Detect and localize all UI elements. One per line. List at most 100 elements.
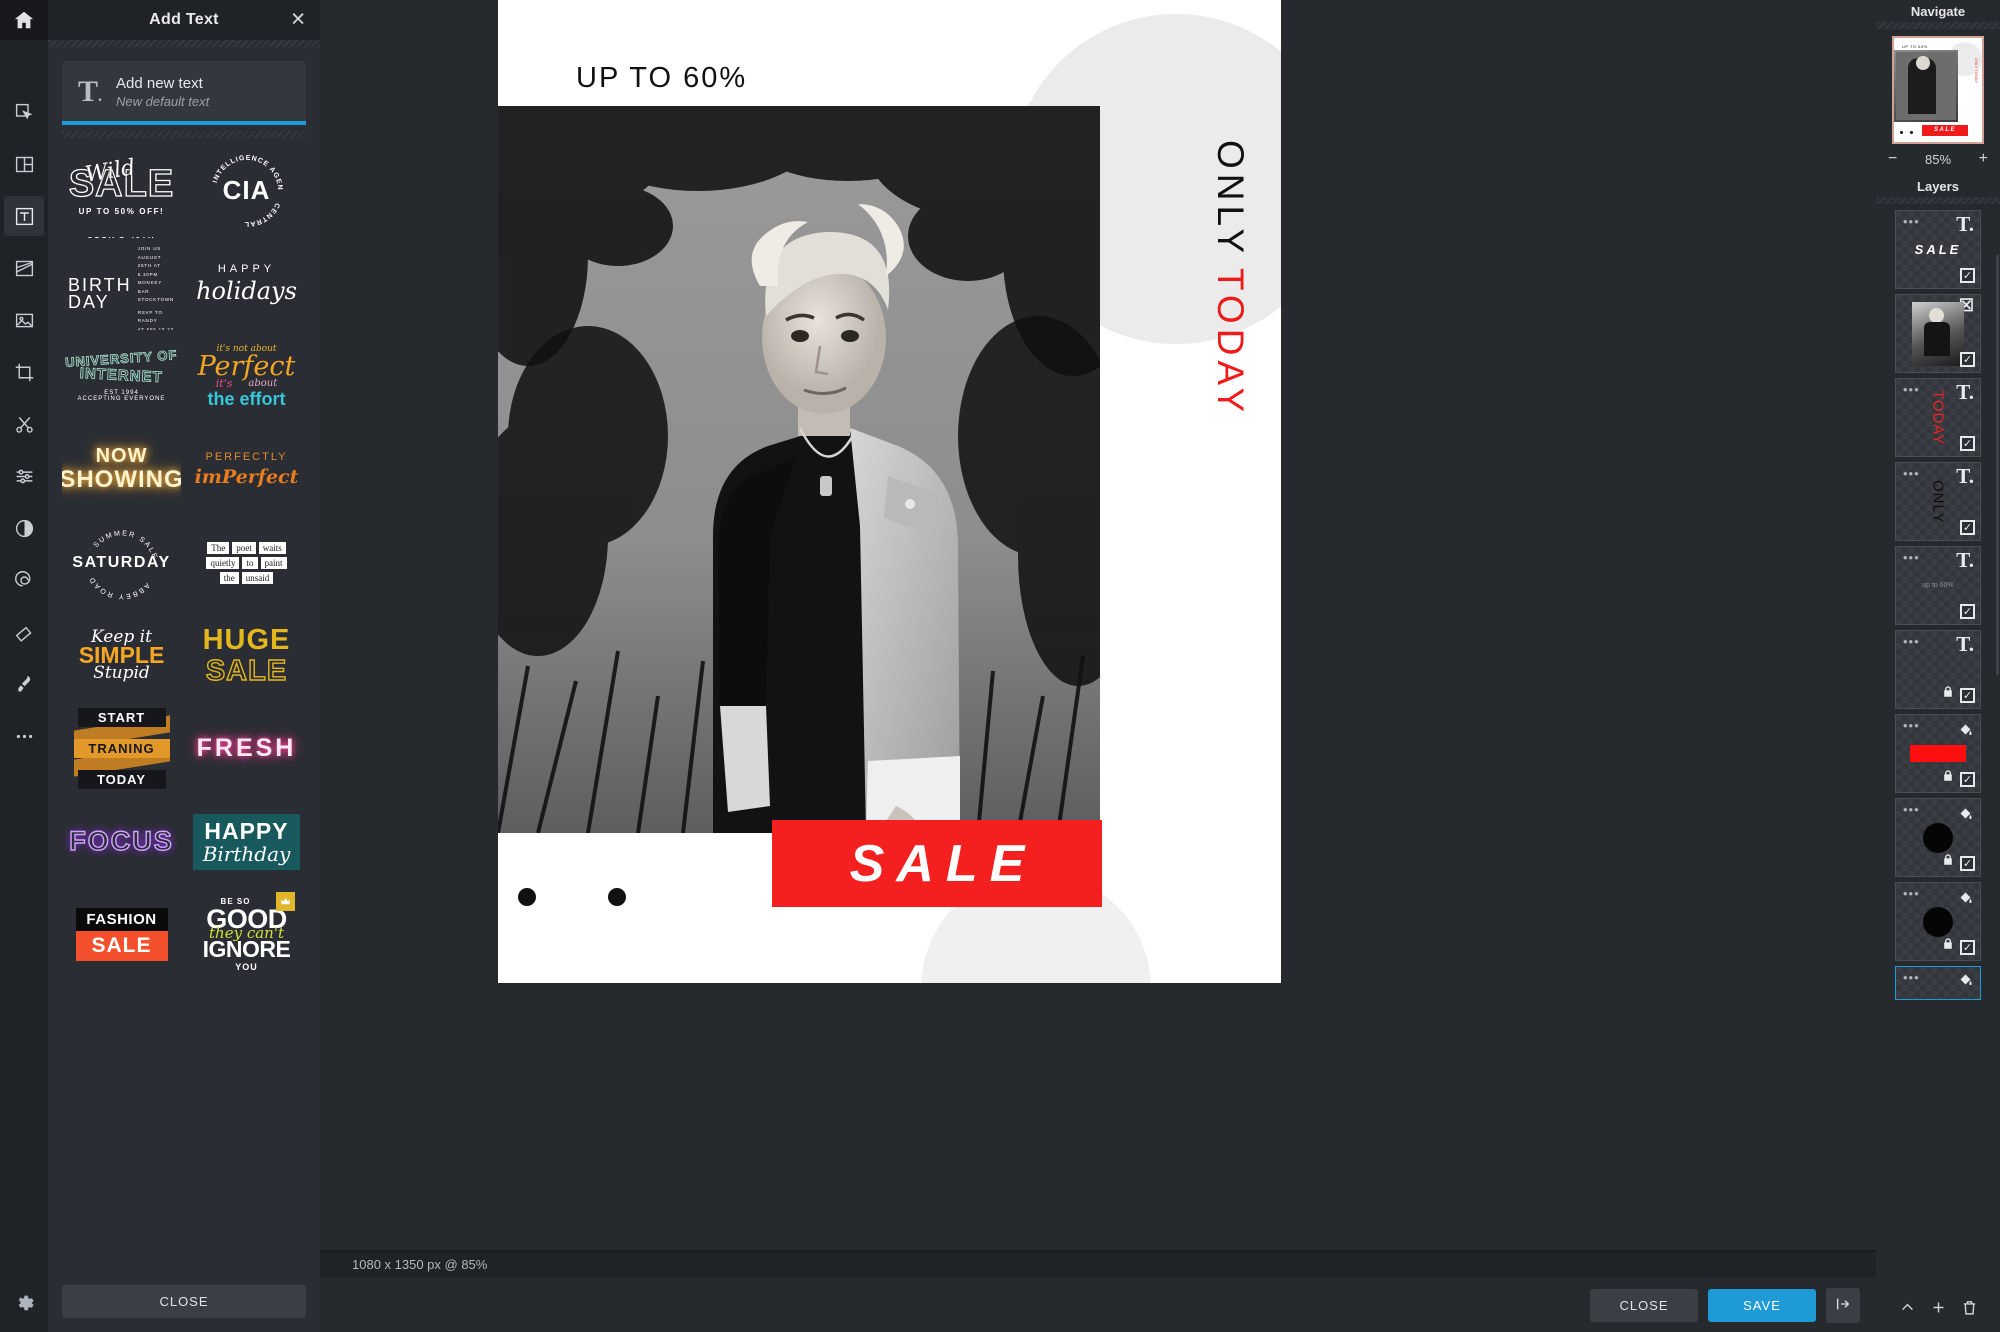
- navigate-divider: [1876, 22, 2000, 29]
- preset-start-l1: START: [77, 708, 166, 727]
- layers-footer: [1876, 1288, 2000, 1332]
- preset-wild-sale[interactable]: Wild SALE UP TO 50% OFF!: [62, 144, 181, 237]
- paint-bucket-icon: [1957, 970, 1974, 993]
- gradient-icon[interactable]: [4, 248, 44, 288]
- contrast-icon[interactable]: [4, 508, 44, 548]
- preset-happy-holidays[interactable]: HAPPY holidays: [187, 237, 306, 330]
- lock-icon[interactable]: [1941, 852, 1955, 872]
- add-layer-icon[interactable]: [1930, 1299, 1947, 1321]
- layer-photo[interactable]: ☒ ✓: [1895, 294, 1981, 373]
- preset-keep-it-simple[interactable]: Keep it SIMPLE Stupid: [62, 609, 181, 702]
- zoom-out-button[interactable]: −: [1888, 150, 1897, 168]
- image-icon[interactable]: [4, 300, 44, 340]
- sliders-icon[interactable]: [4, 456, 44, 496]
- layer-only-text[interactable]: ••• T. ONLY ✓: [1895, 462, 1981, 541]
- layer-visibility-checkbox[interactable]: ✓: [1960, 940, 1975, 955]
- layer-menu-icon[interactable]: •••: [1903, 971, 1920, 984]
- preset-happy-birthday[interactable]: HAPPY Birthday: [187, 795, 306, 888]
- preset-perfectly-l1: PERFECTLY: [205, 451, 288, 463]
- editor-stage: UP TO 60% ONLY TODAY SALE 1080 x 1350 px…: [320, 0, 1876, 1332]
- canvas-today-text[interactable]: TODAY: [1209, 268, 1251, 417]
- layer-visibility-checkbox[interactable]: ✓: [1960, 604, 1975, 619]
- layer-visibility-checkbox[interactable]: ✓: [1960, 436, 1975, 451]
- preset-start-traning[interactable]: START TRANING TODAY: [62, 702, 181, 795]
- zoom-in-button[interactable]: +: [1979, 150, 1988, 168]
- preset-cia-badge[interactable]: INTELLIGENCE AGENCY CENTRAL CIA: [187, 144, 306, 237]
- layers-divider: [1876, 197, 2000, 204]
- preset-scroll-area[interactable]: T. Add new text New default text Wild SA…: [48, 47, 320, 1275]
- preset-perfect-l4: about: [248, 377, 278, 389]
- layer-sale-text[interactable]: ••• T. SALE ✓: [1895, 210, 1981, 289]
- layer-visibility-checkbox[interactable]: ✓: [1960, 772, 1975, 787]
- layers-list[interactable]: ••• T. SALE ✓ ☒ ✓ ••• T. TODAY ✓ ••• T. …: [1876, 204, 2000, 1288]
- canvas-sale-banner[interactable]: SALE: [772, 820, 1102, 907]
- preset-saturday[interactable]: SUMMER SALE ABBEY ROAD SATURDAY: [62, 516, 181, 609]
- preset-university[interactable]: UNIVERSITY OF INTERNET EST 1994 ACCEPTIN…: [62, 330, 181, 423]
- gear-icon[interactable]: [14, 1292, 35, 1318]
- brush-icon[interactable]: [4, 664, 44, 704]
- add-new-text-button[interactable]: T. Add new text New default text: [62, 61, 306, 125]
- panel-header: Add Text ✕: [48, 0, 320, 40]
- layer-dot-2[interactable]: ••• ✓: [1895, 882, 1981, 961]
- layer-visibility-checkbox[interactable]: ✓: [1960, 352, 1975, 367]
- lock-icon[interactable]: [1941, 684, 1955, 704]
- canvas-scroll[interactable]: UP TO 60% ONLY TODAY SALE: [320, 0, 1876, 1250]
- canvas-headline[interactable]: UP TO 60%: [576, 62, 747, 95]
- spiral-icon[interactable]: [4, 560, 44, 600]
- layer-visibility-checkbox[interactable]: ✓: [1960, 268, 1975, 283]
- layer-upto-text[interactable]: ••• T. up to 60% ✓: [1895, 546, 1981, 625]
- layer-dot-1[interactable]: ••• ✓: [1895, 798, 1981, 877]
- preset-birthday[interactable]: LET'S CELEBRATE JOSH'S 40TH BIRTH DAY JO…: [62, 237, 181, 330]
- ellipsis-icon[interactable]: [4, 716, 44, 756]
- canvas-dot-1[interactable]: [518, 888, 536, 906]
- preset-fashion-l1: FASHION: [75, 908, 168, 931]
- artboard[interactable]: UP TO 60% ONLY TODAY SALE: [498, 0, 1281, 983]
- layer-background[interactable]: •••: [1895, 966, 1981, 1000]
- layer-red-bar[interactable]: ••• ✓: [1895, 714, 1981, 793]
- layer-visibility-checkbox[interactable]: ✓: [1960, 688, 1975, 703]
- zoom-controls: − 85% +: [1876, 144, 2000, 175]
- preset-grid: Wild SALE UP TO 50% OFF! INTELLIGENCE AG…: [62, 144, 306, 981]
- bottom-close-button[interactable]: CLOSE: [1590, 1288, 1698, 1322]
- eraser-icon[interactable]: [4, 612, 44, 652]
- canvas-only-text[interactable]: ONLY: [1209, 140, 1251, 258]
- preset-fresh[interactable]: FRESH: [187, 702, 306, 795]
- next-panel-icon[interactable]: [1826, 1287, 1860, 1323]
- crop-icon[interactable]: [4, 352, 44, 392]
- preset-poet-w3: waits: [258, 541, 286, 554]
- preset-huge-l1: HUGE: [202, 624, 291, 657]
- preset-holidays-script: holidays: [196, 276, 297, 305]
- preset-perfectly-imperfect[interactable]: PERFECTLY imPerfect: [187, 423, 306, 516]
- preset-now-showing[interactable]: NOW SHOWING: [62, 423, 181, 516]
- layer-visibility-checkbox[interactable]: ✓: [1960, 856, 1975, 871]
- preset-poet-waits[interactable]: The poet waits quietly to paint the unsa…: [187, 516, 306, 609]
- preset-be-so-good[interactable]: BE SO GOOD they can't IGNORE YOU: [187, 888, 306, 981]
- preset-perfect-effort[interactable]: it's not about Perfect it's about the ef…: [187, 330, 306, 423]
- panel-close-button[interactable]: CLOSE: [62, 1285, 306, 1318]
- lock-icon[interactable]: [1941, 768, 1955, 788]
- close-icon[interactable]: ✕: [290, 11, 306, 30]
- navigator-thumbnail[interactable]: UP TO 60% ONLY TODAY SALE: [1892, 36, 1984, 144]
- bottom-save-button[interactable]: SAVE: [1708, 1288, 1816, 1322]
- layer-menu-icon[interactable]: •••: [1903, 635, 1920, 648]
- canvas-photo[interactable]: [498, 106, 1100, 833]
- layout-icon[interactable]: [4, 144, 44, 184]
- preset-huge-sale[interactable]: HUGE SALE: [187, 609, 306, 702]
- layers-scrollbar[interactable]: [1996, 255, 1999, 675]
- layer-empty-text[interactable]: ••• T. ✓: [1895, 630, 1981, 709]
- collapse-up-icon[interactable]: [1899, 1299, 1916, 1321]
- scissors-icon[interactable]: [4, 404, 44, 444]
- bottom-action-bar: CLOSE SAVE: [320, 1278, 1876, 1332]
- lock-icon[interactable]: [1941, 936, 1955, 956]
- layer-thumb-red-rect: [1910, 745, 1966, 762]
- canvas-dot-2[interactable]: [608, 888, 626, 906]
- layer-today-text[interactable]: ••• T. TODAY ✓: [1895, 378, 1981, 457]
- home-icon[interactable]: [0, 0, 48, 40]
- preset-hbday-l1: HAPPY: [204, 817, 289, 844]
- delete-layer-icon[interactable]: [1961, 1299, 1978, 1321]
- preset-focus[interactable]: FOCUS: [62, 795, 181, 888]
- preset-fashion-sale[interactable]: FASHION SALE: [62, 888, 181, 981]
- text-icon[interactable]: [4, 196, 44, 236]
- layer-visibility-checkbox[interactable]: ✓: [1960, 520, 1975, 535]
- cursor-select-icon[interactable]: [4, 92, 44, 132]
